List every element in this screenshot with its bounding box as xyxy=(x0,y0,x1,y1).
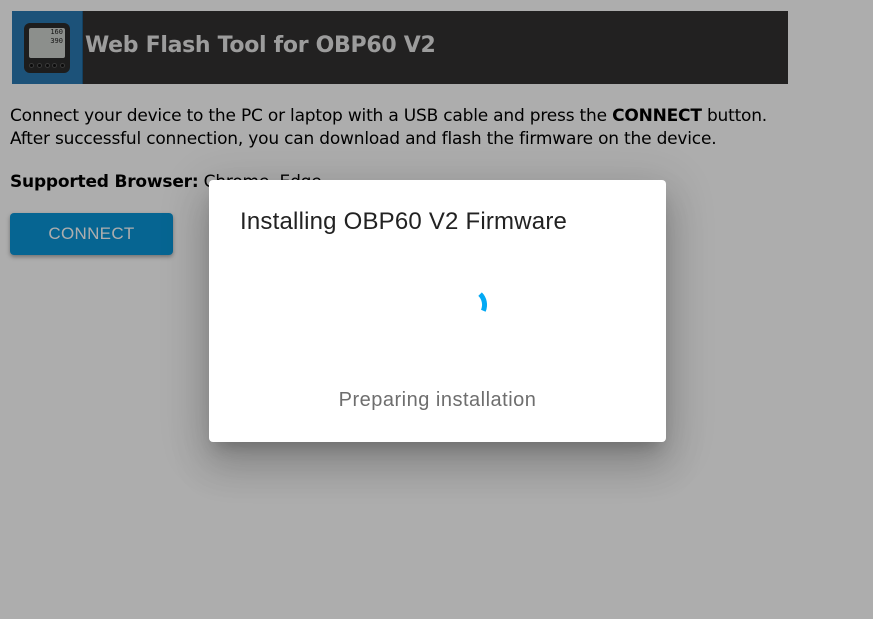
install-dialog: Installing OBP60 V2 Firmware Preparing i… xyxy=(209,180,666,442)
dialog-title: Installing OBP60 V2 Firmware xyxy=(240,208,568,235)
progress-spinner-icon xyxy=(478,292,488,312)
dialog-status: Preparing installation xyxy=(338,389,537,411)
